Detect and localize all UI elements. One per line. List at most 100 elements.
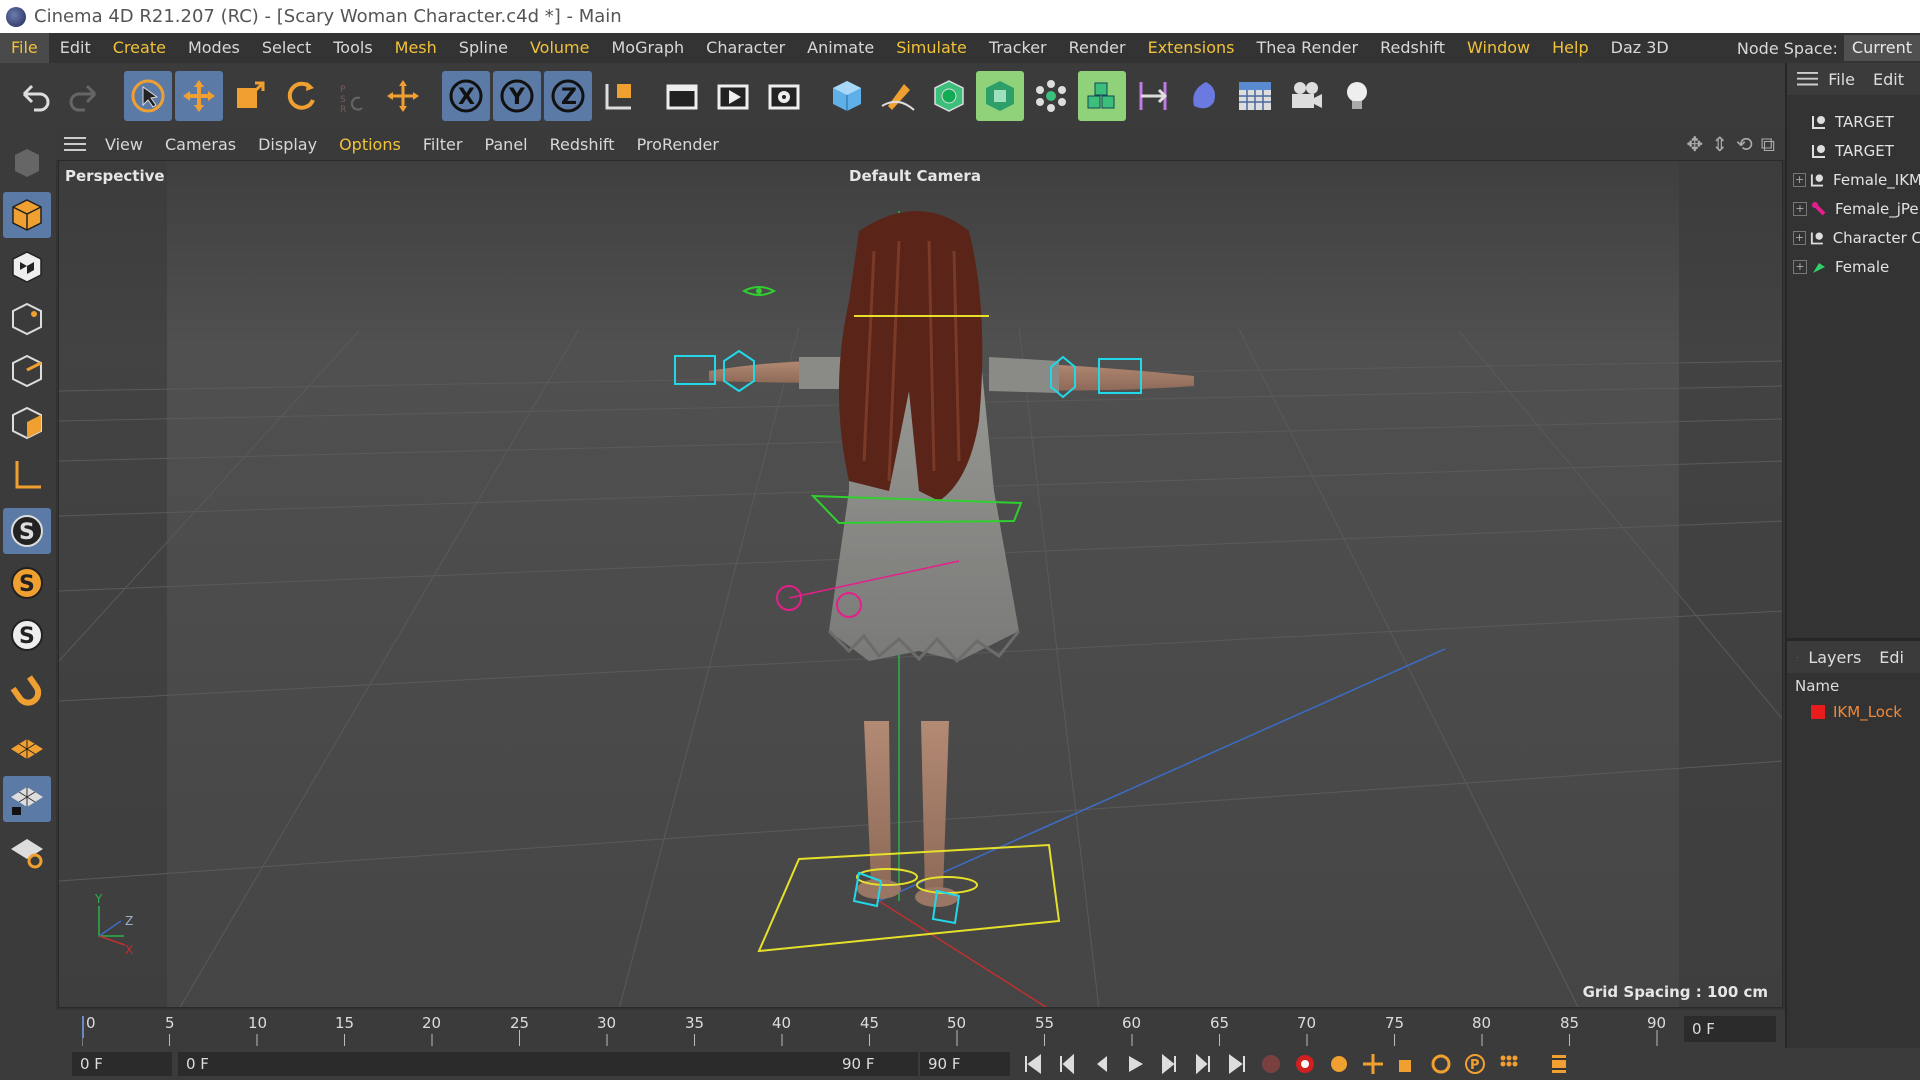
viewport-menu-cameras[interactable]: Cameras xyxy=(154,135,247,154)
menu-extensions[interactable]: Extensions xyxy=(1137,33,1246,63)
move-icon[interactable] xyxy=(175,70,223,121)
timeline-ticks[interactable]: 0 5 10 15 20 25 30 35 40 45 50 55 60 65 … xyxy=(82,1010,1682,1048)
menu-mesh[interactable]: Mesh xyxy=(384,33,448,63)
viewport-hamburger-icon[interactable] xyxy=(64,136,86,152)
viewport-perspective-label[interactable]: Perspective xyxy=(65,167,165,185)
object-row-female-jpe[interactable]: + Female_jPe xyxy=(1787,194,1920,223)
snap-icon[interactable]: S xyxy=(3,508,51,554)
menu-volume[interactable]: Volume xyxy=(519,33,601,63)
cube-icon[interactable] xyxy=(823,71,871,121)
cloner-icon[interactable] xyxy=(1027,71,1075,121)
locked-workplane-icon[interactable] xyxy=(3,776,51,822)
expand-toggle[interactable]: + xyxy=(1793,230,1807,245)
object-row-target-1[interactable]: TARGET xyxy=(1787,107,1920,136)
node-space-dropdown[interactable]: Current xyxy=(1843,35,1920,61)
render-view-icon[interactable] xyxy=(709,71,757,121)
viewport-menu-panel[interactable]: Panel xyxy=(473,135,538,154)
menu-create[interactable]: Create xyxy=(102,33,177,63)
go-to-end-icon[interactable] xyxy=(1220,1050,1254,1078)
menu-spline[interactable]: Spline xyxy=(448,33,519,63)
object-manager-hamburger-icon[interactable] xyxy=(1797,71,1819,86)
key-scale-icon[interactable] xyxy=(1390,1050,1424,1078)
texture-mode-icon[interactable] xyxy=(3,244,51,290)
menu-help[interactable]: Help xyxy=(1541,33,1599,63)
menu-modes[interactable]: Modes xyxy=(177,33,251,63)
viewport-menu-options[interactable]: Options xyxy=(328,135,412,154)
magnet-icon[interactable] xyxy=(3,668,51,714)
render-settings-icon[interactable] xyxy=(760,71,808,121)
key-pla-icon[interactable] xyxy=(1492,1050,1526,1078)
object-menu-edit[interactable]: Edit xyxy=(1873,70,1904,89)
edges-mode-icon[interactable] xyxy=(3,348,51,394)
workplane-icon[interactable] xyxy=(3,724,51,770)
layer-manager-hamburger-icon[interactable] xyxy=(1797,656,1799,658)
subdivision-icon[interactable] xyxy=(925,71,973,121)
viewport-dolly-icon[interactable]: ⇕ xyxy=(1711,132,1728,156)
solo-icon[interactable]: S xyxy=(3,560,51,606)
range-start-field[interactable]: 0 F xyxy=(178,1052,918,1076)
menu-tracker[interactable]: Tracker xyxy=(978,33,1058,63)
menu-thea-render[interactable]: Thea Render xyxy=(1245,33,1369,63)
psr-lock-icon[interactable]: PSR xyxy=(328,71,376,121)
expand-toggle[interactable]: + xyxy=(1793,201,1807,216)
layer-color-swatch[interactable] xyxy=(1811,705,1825,719)
viewport-maximize-icon[interactable]: ⧉ xyxy=(1761,132,1775,156)
redo-icon[interactable] xyxy=(61,71,109,121)
timeline-window-icon[interactable] xyxy=(1542,1050,1576,1078)
keyframe-selection-icon[interactable] xyxy=(1322,1050,1356,1078)
menu-edit[interactable]: Edit xyxy=(49,33,102,63)
autokey-icon[interactable] xyxy=(1288,1050,1322,1078)
extrude-icon[interactable] xyxy=(976,70,1024,121)
bend-icon[interactable] xyxy=(1129,71,1177,121)
z-axis-icon[interactable]: Z xyxy=(544,70,592,121)
key-parameter-icon[interactable]: P xyxy=(1458,1050,1492,1078)
light-icon[interactable] xyxy=(1333,71,1381,121)
coordinate-icon[interactable] xyxy=(379,71,427,121)
layers-menu-layers[interactable]: Layers xyxy=(1808,648,1861,667)
deformer-icon[interactable] xyxy=(1180,71,1228,121)
layers-name-column[interactable]: Name xyxy=(1787,673,1920,699)
start-frame-field[interactable]: 0 F xyxy=(72,1052,172,1076)
menu-redshift[interactable]: Redshift xyxy=(1369,33,1456,63)
viewport-camera-label[interactable]: Default Camera xyxy=(849,167,981,185)
solo-hierarchy-icon[interactable]: S xyxy=(3,612,51,658)
menu-tools[interactable]: Tools xyxy=(322,33,383,63)
3d-viewport[interactable]: Y Z X Perspective Default Camera Grid Sp… xyxy=(58,160,1783,1008)
menu-character[interactable]: Character xyxy=(695,33,796,63)
key-position-icon[interactable] xyxy=(1356,1050,1390,1078)
expand-toggle[interactable]: + xyxy=(1793,259,1807,274)
menu-mograph[interactable]: MoGraph xyxy=(600,33,695,63)
viewport-orbit-icon[interactable]: ⟲ xyxy=(1736,132,1753,156)
playhead[interactable] xyxy=(82,1016,84,1038)
end-frame-field[interactable]: 90 F xyxy=(920,1052,1010,1076)
menu-animate[interactable]: Animate xyxy=(796,33,885,63)
make-editable-icon[interactable] xyxy=(3,140,51,186)
pen-icon[interactable] xyxy=(874,71,922,121)
go-to-start-icon[interactable] xyxy=(1016,1050,1050,1078)
next-key-icon[interactable] xyxy=(1186,1050,1220,1078)
object-row-female-ikm[interactable]: + Female_IKM xyxy=(1787,165,1920,194)
next-frame-icon[interactable] xyxy=(1152,1050,1186,1078)
play-icon[interactable] xyxy=(1118,1050,1152,1078)
object-row-target-2[interactable]: TARGET xyxy=(1787,136,1920,165)
object-menu-file[interactable]: File xyxy=(1828,70,1855,89)
prev-frame-icon[interactable] xyxy=(1084,1050,1118,1078)
key-rotation-icon[interactable] xyxy=(1424,1050,1458,1078)
range-end-field[interactable]: 90 F xyxy=(834,1052,914,1076)
rotate-icon[interactable] xyxy=(277,71,325,121)
expand-toggle[interactable]: + xyxy=(1793,172,1807,187)
voronoi-icon[interactable] xyxy=(1078,70,1126,121)
world-coordinates-icon[interactable] xyxy=(595,71,643,121)
live-selection-icon[interactable] xyxy=(124,70,172,121)
polygons-mode-icon[interactable] xyxy=(3,400,51,446)
viewport-pan-icon[interactable]: ✥ xyxy=(1686,132,1703,156)
viewport-menu-display[interactable]: Display xyxy=(247,135,328,154)
viewport-menu-prorender[interactable]: ProRender xyxy=(626,135,730,154)
undo-icon[interactable] xyxy=(10,71,58,121)
menu-select[interactable]: Select xyxy=(251,33,322,63)
scale-icon[interactable] xyxy=(226,71,274,121)
prev-key-icon[interactable] xyxy=(1050,1050,1084,1078)
record-icon[interactable] xyxy=(1254,1050,1288,1078)
menu-file[interactable]: File xyxy=(0,33,49,63)
viewport-menu-redshift[interactable]: Redshift xyxy=(539,135,626,154)
